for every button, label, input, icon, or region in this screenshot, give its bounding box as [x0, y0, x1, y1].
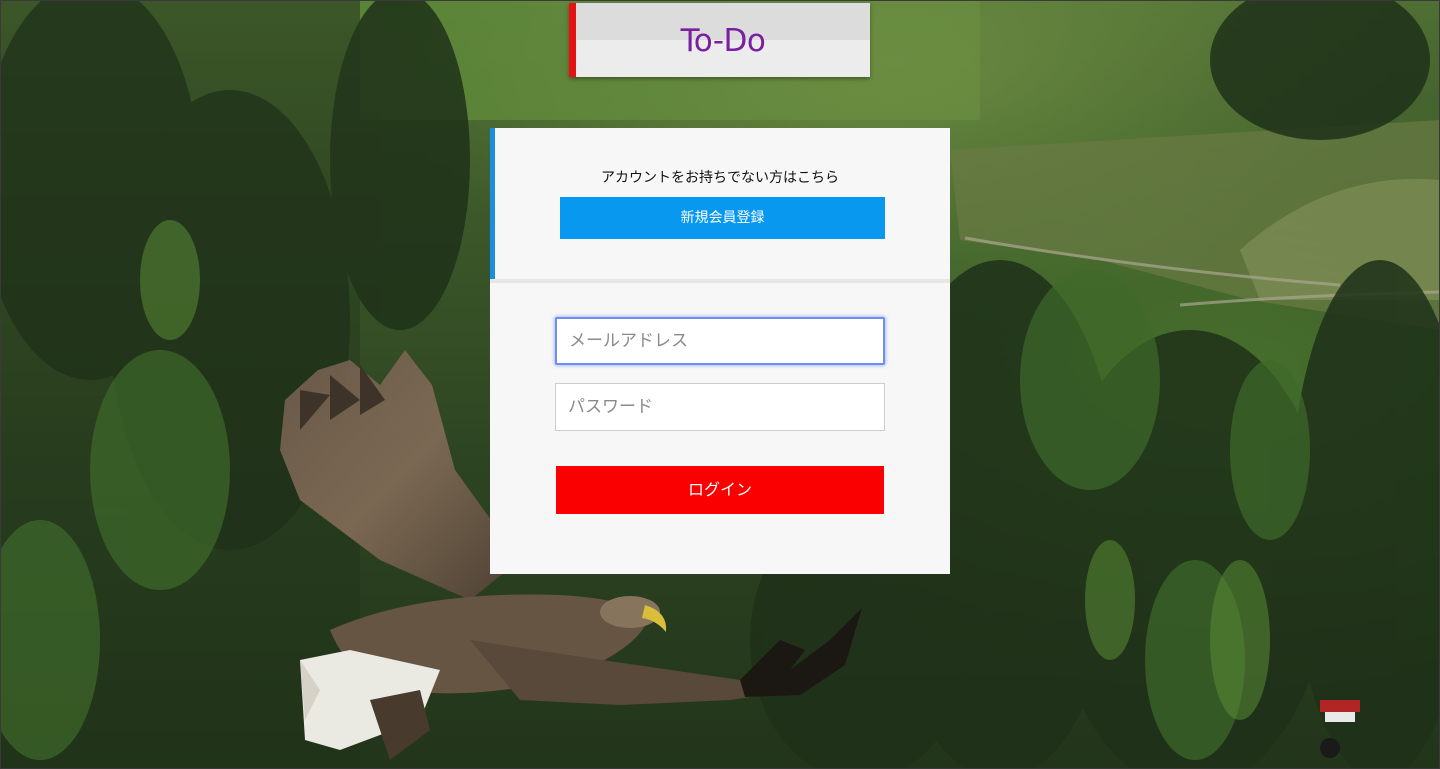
logo-text: To-Do: [680, 23, 766, 59]
login-page: To-Do アカウントをお持ちでない方はこちら 新規会員登録 ログイン: [0, 0, 1440, 769]
login-button[interactable]: ログイン: [556, 466, 884, 514]
card-accent-bar: [490, 128, 495, 282]
logo-accent-bar: [569, 3, 576, 77]
card-divider: [490, 279, 950, 283]
login-card: アカウントをお持ちでない方はこちら 新規会員登録 ログイン: [490, 128, 950, 574]
signup-prompt: アカウントをお持ちでない方はこちら: [601, 170, 839, 186]
password-input[interactable]: [555, 383, 885, 431]
email-input[interactable]: [555, 317, 885, 365]
signup-button[interactable]: 新規会員登録: [560, 197, 885, 239]
app-logo: To-Do: [569, 3, 870, 77]
